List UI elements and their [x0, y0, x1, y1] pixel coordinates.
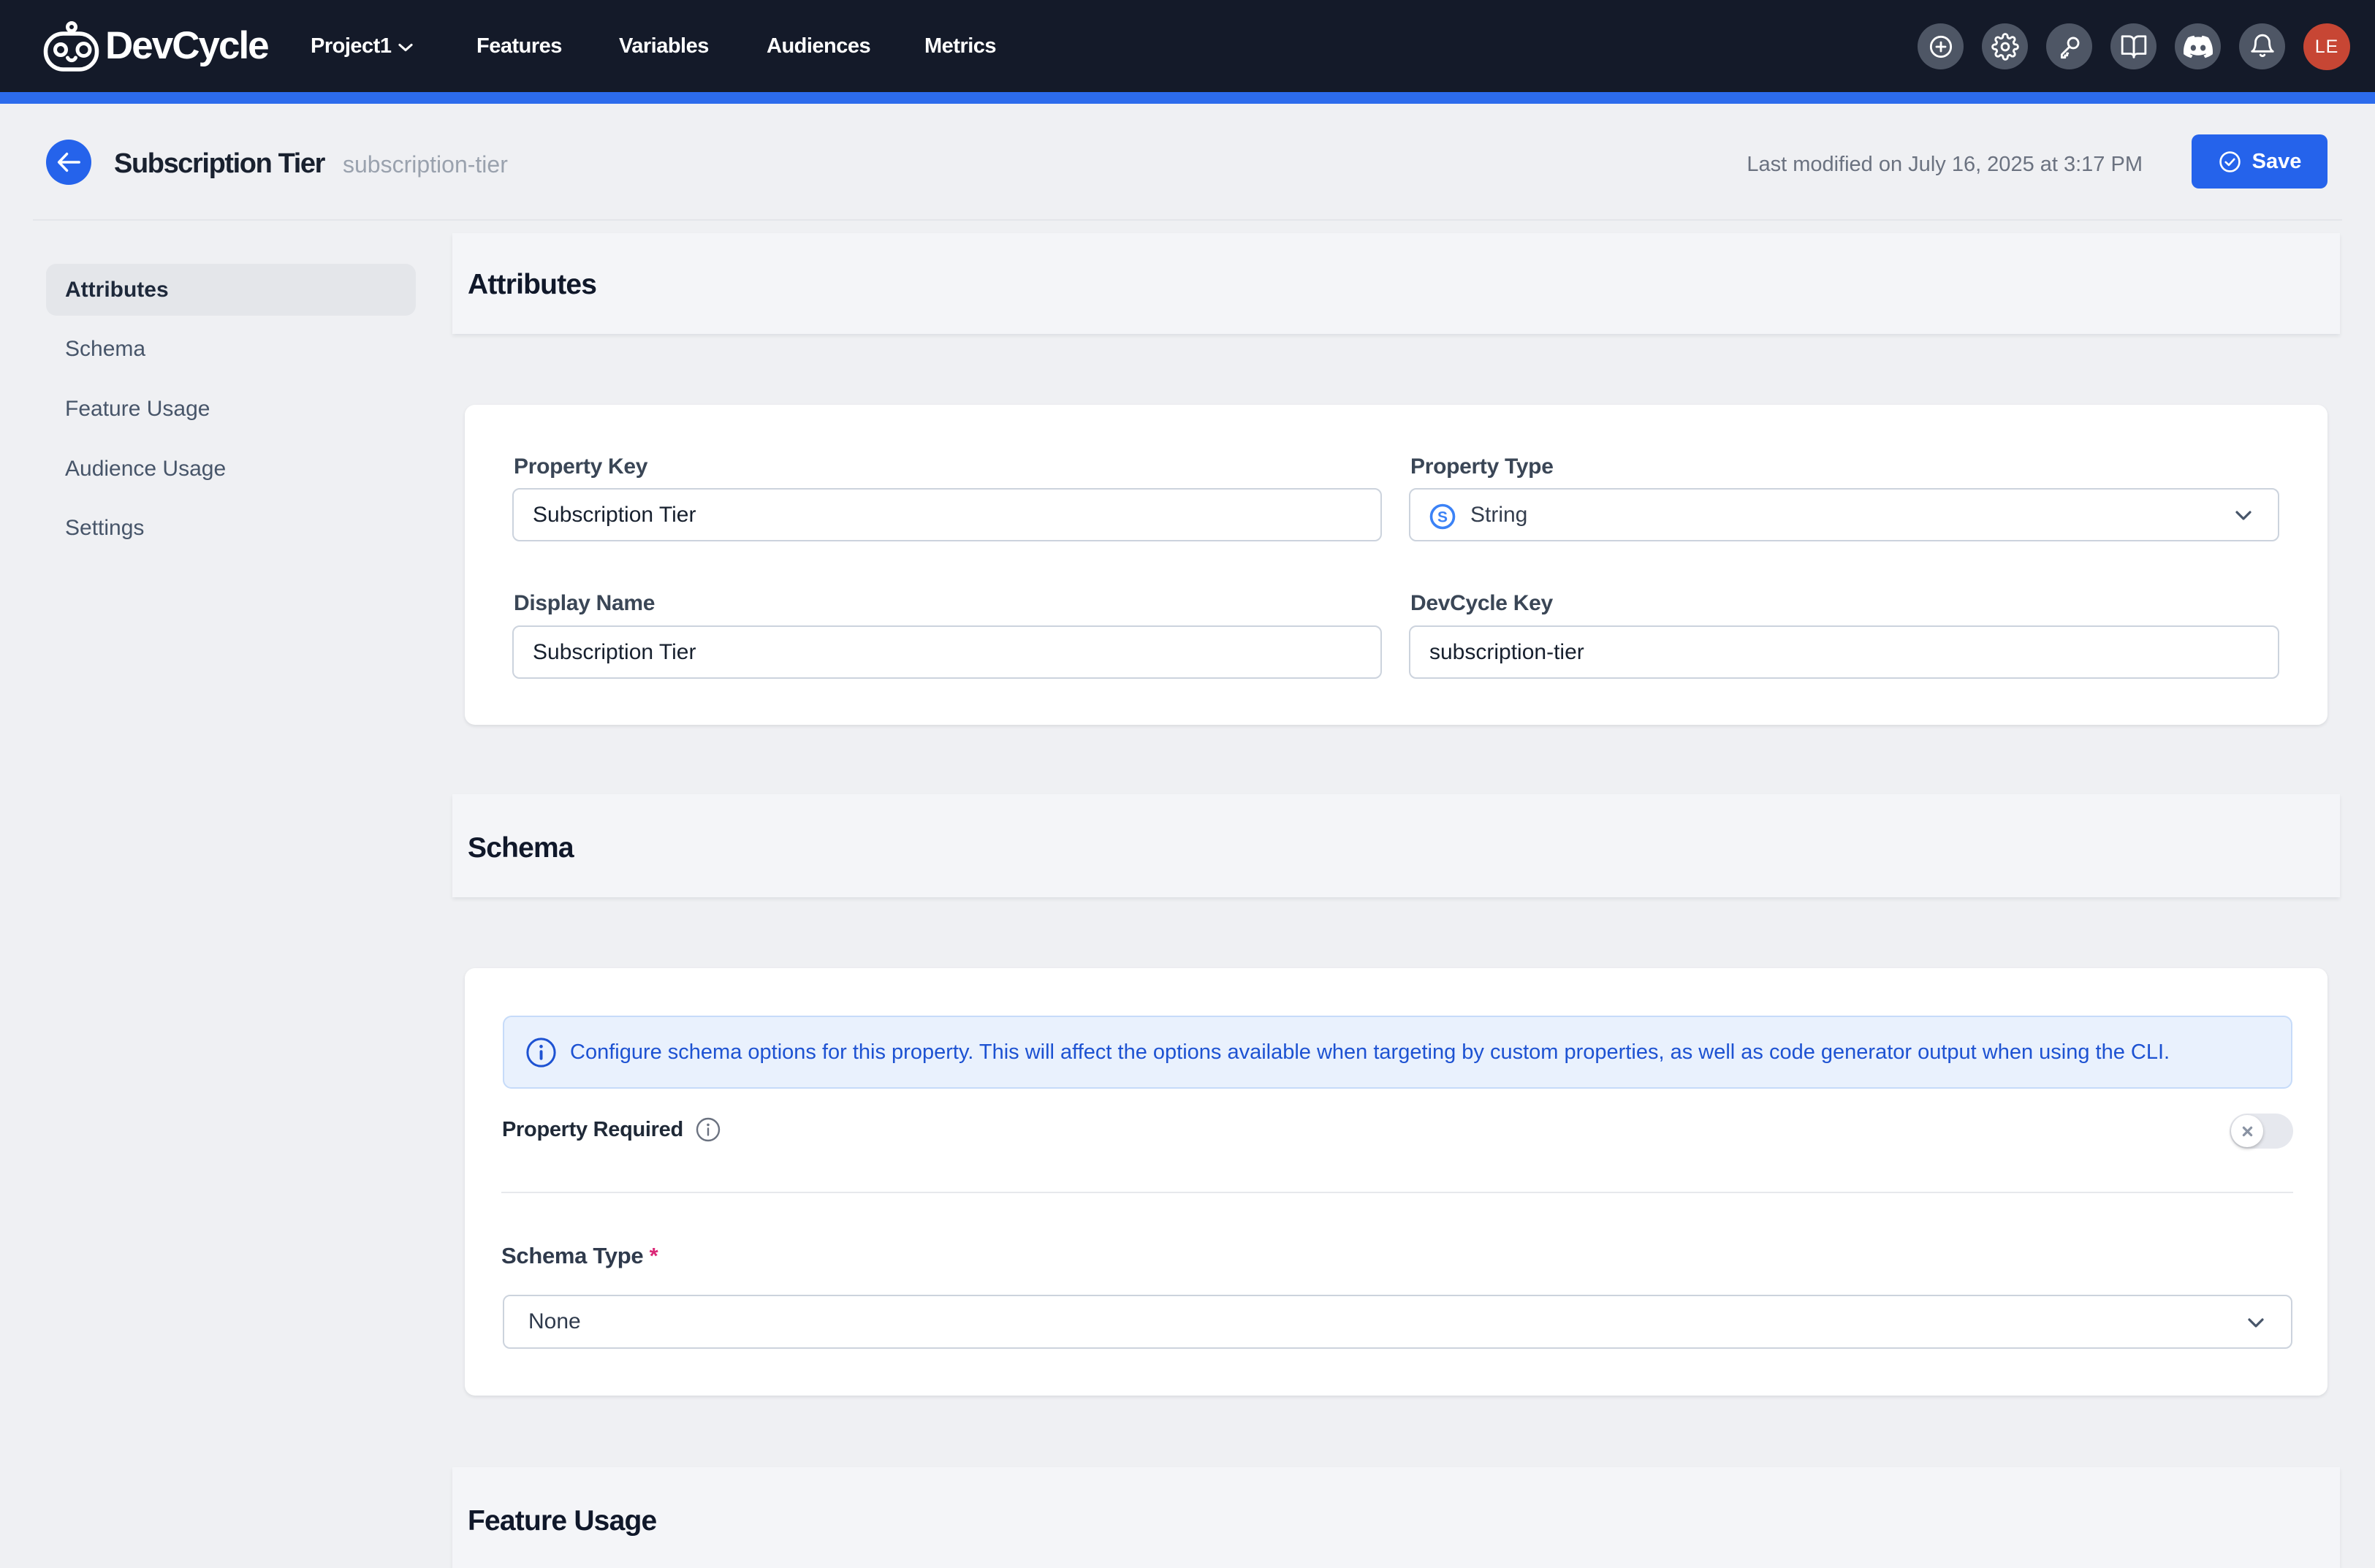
svg-text:S: S: [1437, 509, 1448, 525]
